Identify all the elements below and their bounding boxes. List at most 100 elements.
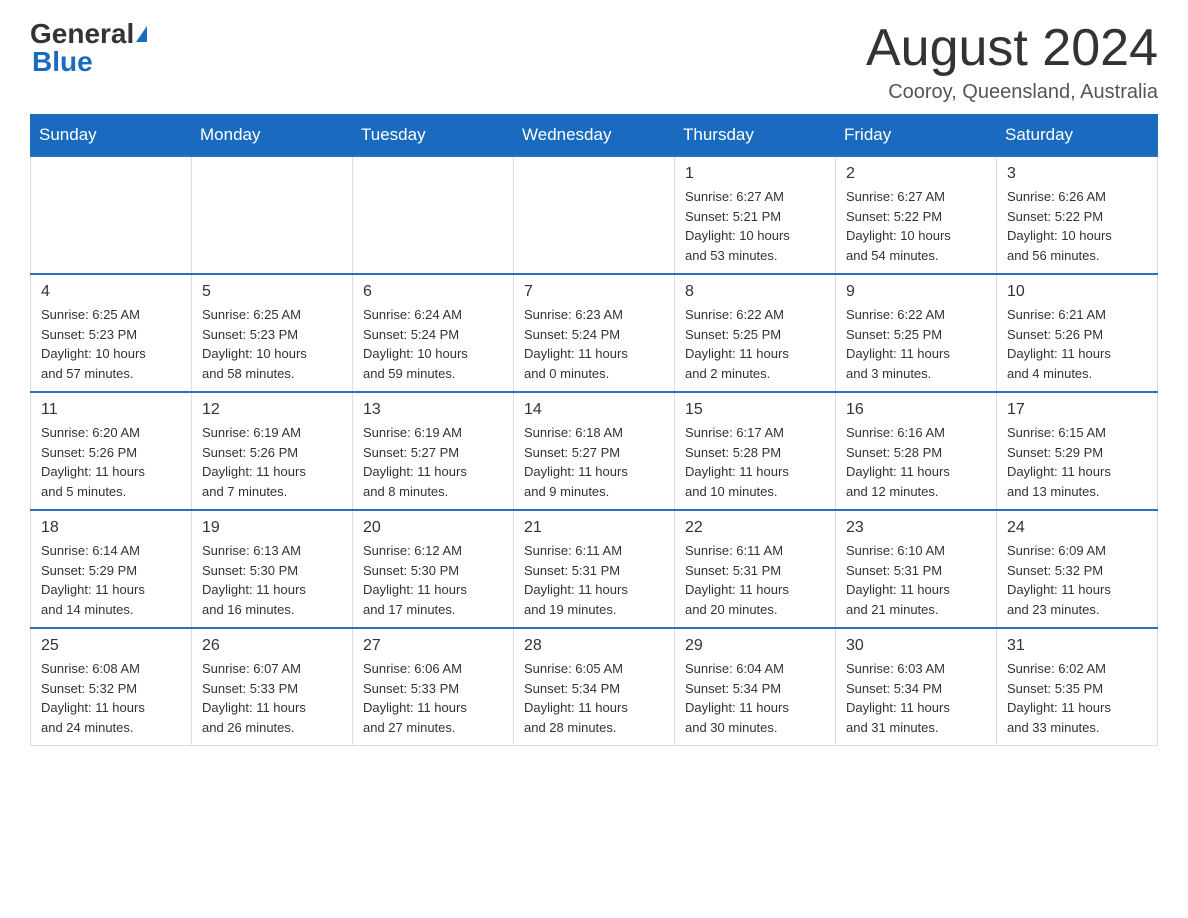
day-number: 26	[202, 637, 342, 655]
day-info: Sunrise: 6:17 AM Sunset: 5:28 PM Dayligh…	[685, 423, 825, 501]
day-number: 24	[1007, 519, 1147, 537]
day-info: Sunrise: 6:10 AM Sunset: 5:31 PM Dayligh…	[846, 541, 986, 619]
day-info: Sunrise: 6:09 AM Sunset: 5:32 PM Dayligh…	[1007, 541, 1147, 619]
day-info: Sunrise: 6:19 AM Sunset: 5:26 PM Dayligh…	[202, 423, 342, 501]
calendar-cell: 28 Sunrise: 6:05 AM Sunset: 5:34 PM Dayli…	[514, 628, 675, 746]
calendar-cell: 26 Sunrise: 6:07 AM Sunset: 5:33 PM Dayli…	[192, 628, 353, 746]
calendar-cell: 27 Sunrise: 6:06 AM Sunset: 5:33 PM Dayli…	[353, 628, 514, 746]
calendar-cell: 5 Sunrise: 6:25 AM Sunset: 5:23 PM Daylig…	[192, 274, 353, 392]
day-info: Sunrise: 6:13 AM Sunset: 5:30 PM Dayligh…	[202, 541, 342, 619]
day-number: 3	[1007, 165, 1147, 183]
day-number: 27	[363, 637, 503, 655]
calendar-cell: 6 Sunrise: 6:24 AM Sunset: 5:24 PM Daylig…	[353, 274, 514, 392]
calendar-cell	[514, 156, 675, 274]
calendar-cell: 14 Sunrise: 6:18 AM Sunset: 5:27 PM Dayli…	[514, 392, 675, 510]
calendar-cell: 12 Sunrise: 6:19 AM Sunset: 5:26 PM Dayli…	[192, 392, 353, 510]
day-number: 13	[363, 401, 503, 419]
calendar-cell: 17Sunrise: 6:15 AM Sunset: 5:29 PM Dayli…	[997, 392, 1158, 510]
month-title: August 2024	[866, 20, 1158, 77]
calendar-cell: 29Sunrise: 6:04 AM Sunset: 5:34 PM Dayli…	[675, 628, 836, 746]
day-info: Sunrise: 6:25 AM Sunset: 5:23 PM Dayligh…	[41, 305, 181, 383]
day-info: Sunrise: 6:27 AM Sunset: 5:21 PM Dayligh…	[685, 187, 825, 265]
calendar-cell: 24 Sunrise: 6:09 AM Sunset: 5:32 PM Dayli…	[997, 510, 1158, 628]
logo-blue-text: Blue	[32, 48, 93, 76]
calendar-cell: 10Sunrise: 6:21 AM Sunset: 5:26 PM Dayli…	[997, 274, 1158, 392]
day-info: Sunrise: 6:08 AM Sunset: 5:32 PM Dayligh…	[41, 659, 181, 737]
day-number: 29	[685, 637, 825, 655]
calendar-cell: 25 Sunrise: 6:08 AM Sunset: 5:32 PM Dayli…	[31, 628, 192, 746]
day-info: Sunrise: 6:21 AM Sunset: 5:26 PM Dayligh…	[1007, 305, 1147, 383]
calendar-cell: 18 Sunrise: 6:14 AM Sunset: 5:29 PM Dayli…	[31, 510, 192, 628]
calendar-cell: 15 Sunrise: 6:17 AM Sunset: 5:28 PM Dayli…	[675, 392, 836, 510]
day-number: 16	[846, 401, 986, 419]
day-info: Sunrise: 6:06 AM Sunset: 5:33 PM Dayligh…	[363, 659, 503, 737]
logo: General Blue	[30, 20, 147, 76]
calendar-cell: 21 Sunrise: 6:11 AM Sunset: 5:31 PM Dayli…	[514, 510, 675, 628]
calendar-cell: 30 Sunrise: 6:03 AM Sunset: 5:34 PM Dayli…	[836, 628, 997, 746]
calendar-header-row: SundayMondayTuesdayWednesdayThursdayFrid…	[31, 115, 1158, 157]
day-number: 11	[41, 401, 181, 419]
title-section: August 2024 Cooroy, Queensland, Australi…	[866, 20, 1158, 104]
day-info: Sunrise: 6:12 AM Sunset: 5:30 PM Dayligh…	[363, 541, 503, 619]
day-number: 12	[202, 401, 342, 419]
day-number: 14	[524, 401, 664, 419]
day-number: 28	[524, 637, 664, 655]
day-info: Sunrise: 6:02 AM Sunset: 5:35 PM Dayligh…	[1007, 659, 1147, 737]
calendar-cell: 2Sunrise: 6:27 AM Sunset: 5:22 PM Daylig…	[836, 156, 997, 274]
day-number: 1	[685, 165, 825, 183]
day-info: Sunrise: 6:05 AM Sunset: 5:34 PM Dayligh…	[524, 659, 664, 737]
calendar-cell: 4 Sunrise: 6:25 AM Sunset: 5:23 PM Daylig…	[31, 274, 192, 392]
day-number: 6	[363, 283, 503, 301]
day-info: Sunrise: 6:24 AM Sunset: 5:24 PM Dayligh…	[363, 305, 503, 383]
calendar-cell	[353, 156, 514, 274]
calendar-week-row: 11 Sunrise: 6:20 AM Sunset: 5:26 PM Dayli…	[31, 392, 1158, 510]
calendar-cell: 22Sunrise: 6:11 AM Sunset: 5:31 PM Dayli…	[675, 510, 836, 628]
calendar-week-row: 25 Sunrise: 6:08 AM Sunset: 5:32 PM Dayli…	[31, 628, 1158, 746]
day-number: 15	[685, 401, 825, 419]
day-info: Sunrise: 6:20 AM Sunset: 5:26 PM Dayligh…	[41, 423, 181, 501]
calendar-header-monday: Monday	[192, 115, 353, 157]
day-info: Sunrise: 6:18 AM Sunset: 5:27 PM Dayligh…	[524, 423, 664, 501]
calendar-table: SundayMondayTuesdayWednesdayThursdayFrid…	[30, 114, 1158, 746]
day-number: 31	[1007, 637, 1147, 655]
calendar-cell	[31, 156, 192, 274]
day-info: Sunrise: 6:15 AM Sunset: 5:29 PM Dayligh…	[1007, 423, 1147, 501]
calendar-cell: 13Sunrise: 6:19 AM Sunset: 5:27 PM Dayli…	[353, 392, 514, 510]
calendar-cell: 23Sunrise: 6:10 AM Sunset: 5:31 PM Dayli…	[836, 510, 997, 628]
logo-icon: General Blue	[30, 20, 147, 76]
calendar-cell: 31 Sunrise: 6:02 AM Sunset: 5:35 PM Dayli…	[997, 628, 1158, 746]
calendar-cell: 3 Sunrise: 6:26 AM Sunset: 5:22 PM Daylig…	[997, 156, 1158, 274]
day-info: Sunrise: 6:14 AM Sunset: 5:29 PM Dayligh…	[41, 541, 181, 619]
day-number: 18	[41, 519, 181, 537]
day-info: Sunrise: 6:26 AM Sunset: 5:22 PM Dayligh…	[1007, 187, 1147, 265]
day-info: Sunrise: 6:23 AM Sunset: 5:24 PM Dayligh…	[524, 305, 664, 383]
day-info: Sunrise: 6:25 AM Sunset: 5:23 PM Dayligh…	[202, 305, 342, 383]
day-number: 19	[202, 519, 342, 537]
day-number: 8	[685, 283, 825, 301]
day-info: Sunrise: 6:11 AM Sunset: 5:31 PM Dayligh…	[524, 541, 664, 619]
calendar-week-row: 18 Sunrise: 6:14 AM Sunset: 5:29 PM Dayli…	[31, 510, 1158, 628]
calendar-cell: 19 Sunrise: 6:13 AM Sunset: 5:30 PM Dayli…	[192, 510, 353, 628]
day-info: Sunrise: 6:16 AM Sunset: 5:28 PM Dayligh…	[846, 423, 986, 501]
day-info: Sunrise: 6:03 AM Sunset: 5:34 PM Dayligh…	[846, 659, 986, 737]
calendar-header-thursday: Thursday	[675, 115, 836, 157]
logo-general-text: General	[30, 20, 134, 48]
calendar-header-wednesday: Wednesday	[514, 115, 675, 157]
day-number: 30	[846, 637, 986, 655]
day-info: Sunrise: 6:11 AM Sunset: 5:31 PM Dayligh…	[685, 541, 825, 619]
calendar-cell: 1 Sunrise: 6:27 AM Sunset: 5:21 PM Daylig…	[675, 156, 836, 274]
calendar-header-sunday: Sunday	[31, 115, 192, 157]
day-number: 20	[363, 519, 503, 537]
day-number: 4	[41, 283, 181, 301]
calendar-week-row: 4 Sunrise: 6:25 AM Sunset: 5:23 PM Daylig…	[31, 274, 1158, 392]
calendar-header-friday: Friday	[836, 115, 997, 157]
day-info: Sunrise: 6:22 AM Sunset: 5:25 PM Dayligh…	[685, 305, 825, 383]
page-header: General Blue August 2024 Cooroy, Queensl…	[30, 20, 1158, 104]
day-info: Sunrise: 6:07 AM Sunset: 5:33 PM Dayligh…	[202, 659, 342, 737]
day-info: Sunrise: 6:22 AM Sunset: 5:25 PM Dayligh…	[846, 305, 986, 383]
day-number: 25	[41, 637, 181, 655]
day-number: 21	[524, 519, 664, 537]
day-info: Sunrise: 6:27 AM Sunset: 5:22 PM Dayligh…	[846, 187, 986, 265]
calendar-cell: 11 Sunrise: 6:20 AM Sunset: 5:26 PM Dayli…	[31, 392, 192, 510]
day-number: 5	[202, 283, 342, 301]
